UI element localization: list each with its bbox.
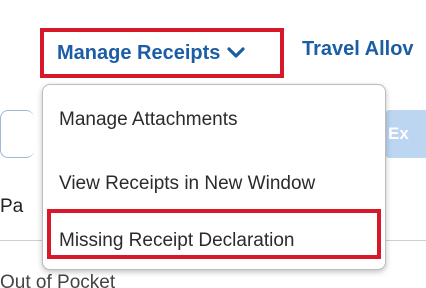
chevron-down-icon [227,47,245,58]
background-section-label: Out of Pocket [0,272,116,288]
travel-allowance-menu-link[interactable]: Travel Allov [302,38,414,61]
top-navigation: Manage Receipts Travel Allov [0,0,426,90]
manage-receipts-label: Manage Receipts [57,41,221,64]
page: Ex Pa Out of Pocket Manage Receipts Trav… [0,0,426,288]
manage-receipts-dropdown: Manage Attachments View Receipts in New … [42,84,386,270]
background-tab-fragment [0,110,34,158]
menu-item-view-receipts-new-window[interactable]: View Receipts in New Window [59,173,315,195]
menu-item-missing-receipt-declaration[interactable]: Missing Receipt Declaration [59,230,295,252]
background-text-fragment: Pa [0,196,24,217]
menu-item-manage-attachments[interactable]: Manage Attachments [59,109,238,131]
manage-receipts-menu-button[interactable]: Manage Receipts [40,28,284,78]
background-button-fragment[interactable]: Ex [384,110,426,158]
